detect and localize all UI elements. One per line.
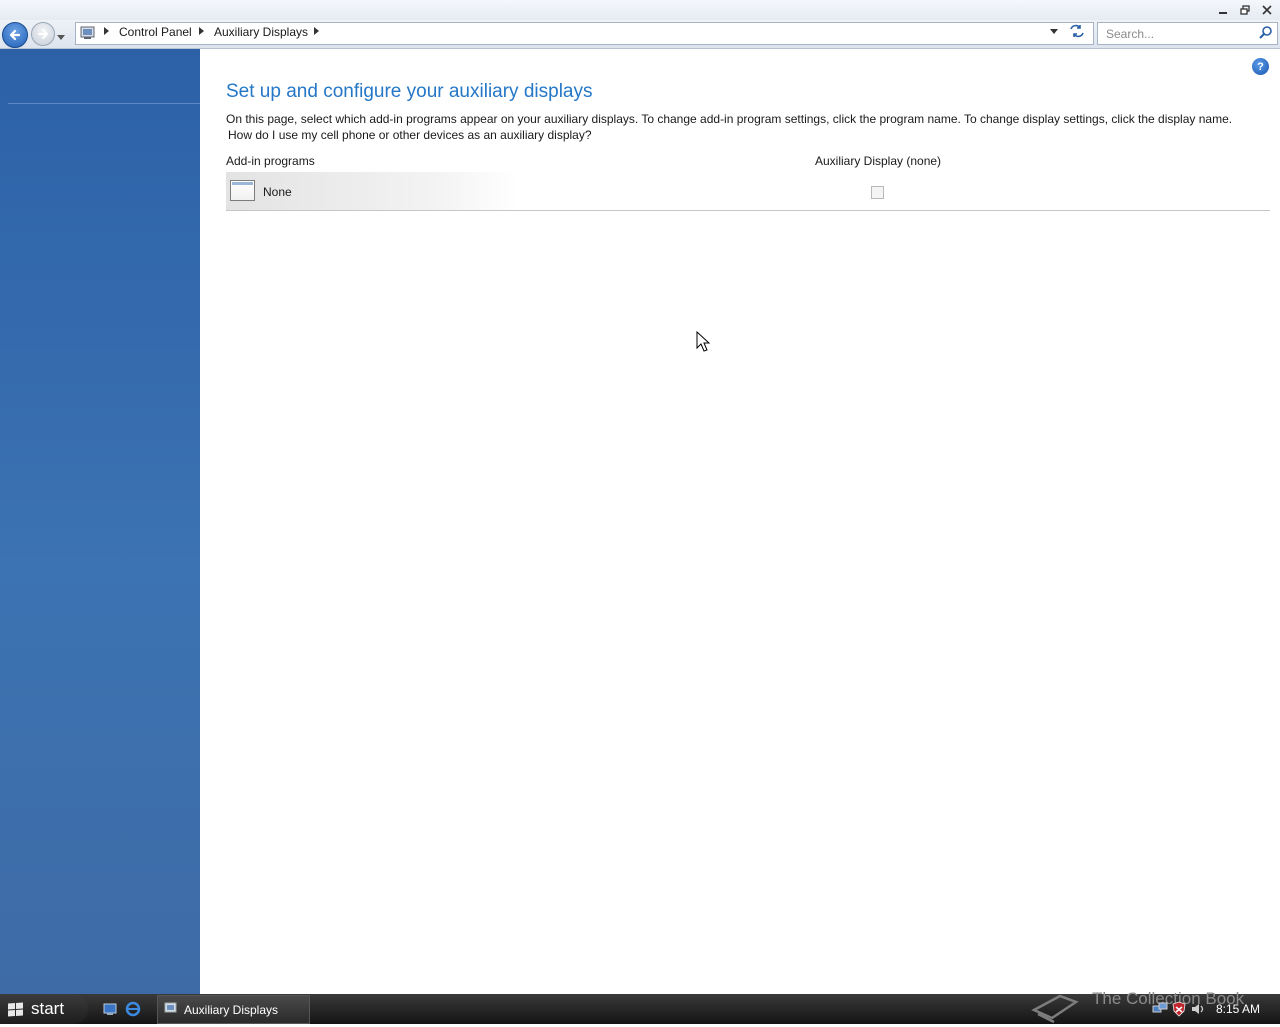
window-controls [1214,2,1276,17]
refresh-button[interactable] [1068,23,1086,39]
breadcrumb-separator[interactable] [314,27,319,35]
address-bar[interactable]: Control Panel Auxiliary Displays [75,22,1094,45]
system-tray [1152,1001,1206,1017]
back-button[interactable] [2,22,28,48]
minimize-icon [1219,11,1227,14]
taskbar-item-auxiliary-displays[interactable]: Auxiliary Displays [157,995,310,1024]
search-box[interactable] [1097,22,1278,45]
task-pane-divider [8,103,200,104]
start-label: start [31,999,65,1018]
content-area: ? Set up and configure your auxiliary di… [200,49,1280,994]
forward-arrow-icon [38,29,48,39]
minimize-button[interactable] [1214,2,1232,17]
refresh-icon [1070,24,1084,38]
restore-icon [1240,4,1250,15]
breadcrumb-auxiliary-displays[interactable]: Auxiliary Displays [214,25,308,39]
close-icon [1262,4,1272,15]
quicklaunch-show-desktop-icon[interactable] [102,1001,118,1017]
display-checkbox[interactable] [871,186,884,199]
task-pane [0,49,200,994]
help-icon: ? [1257,60,1264,73]
navigation-bar: Control Panel Auxiliary Displays [0,20,1280,49]
control-panel-icon [164,1002,178,1019]
clock[interactable]: 8:15 AM [1216,1002,1260,1016]
breadcrumb-separator[interactable] [104,27,109,35]
page-title: Set up and configure your auxiliary disp… [226,81,593,102]
help-button[interactable]: ? [1252,58,1269,75]
quicklaunch-internet-explorer-icon[interactable] [125,1001,141,1017]
recent-pages-dropdown[interactable] [57,30,65,44]
security-shield-icon[interactable] [1171,1001,1187,1017]
help-link[interactable]: How do I use my cell phone or other devi… [228,128,592,142]
forward-button[interactable] [31,22,55,46]
windows-logo-icon [8,1001,23,1017]
column-header-auxiliary-display[interactable]: Auxiliary Display (none) [815,154,941,168]
breadcrumb-control-panel[interactable]: Control Panel [119,25,192,39]
mouse-cursor-icon [696,330,711,356]
taskbar: start Auxiliary Displays The Collection … [0,989,1280,1024]
volume-icon[interactable] [1190,1001,1206,1017]
search-icon[interactable] [1258,25,1273,43]
column-header-add-in-programs: Add-in programs [226,154,315,168]
close-button[interactable] [1258,2,1276,17]
watermark-book-icon [1030,988,1080,1027]
network-icon[interactable] [1152,1001,1168,1017]
program-row[interactable]: None [226,172,1270,211]
address-dropdown-chevron-icon[interactable] [1050,29,1058,34]
maximize-button[interactable] [1236,2,1254,17]
back-arrow-icon [9,29,21,41]
title-bar [0,0,1280,20]
start-button[interactable]: start [0,994,88,1024]
breadcrumb-separator[interactable] [199,27,204,35]
page-description: On this page, select which add-in progra… [226,112,1233,126]
search-input[interactable] [1104,25,1256,43]
chevron-down-icon [57,35,65,40]
window-program-icon [230,180,255,201]
program-name[interactable]: None [263,185,292,199]
control-panel-icon [80,25,96,44]
taskbar-item-label: Auxiliary Displays [184,1003,279,1017]
